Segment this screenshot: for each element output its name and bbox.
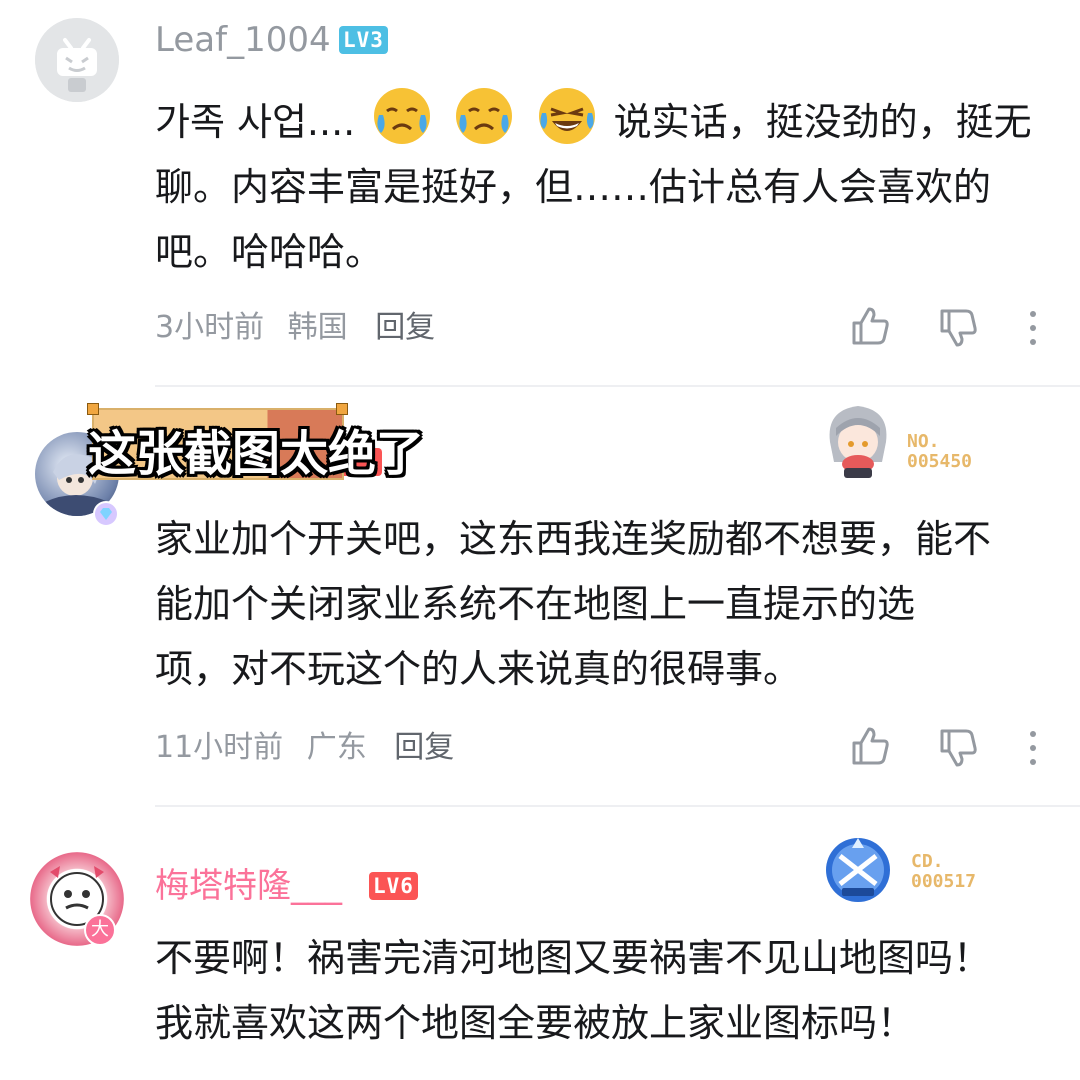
reply-button[interactable]: 回复 — [375, 310, 435, 345]
more-vertical-icon[interactable] — [1012, 307, 1054, 349]
user-avatar-default[interactable] — [35, 18, 119, 102]
timestamp: 3小时前 — [155, 310, 265, 345]
ip-location: 广东 — [306, 730, 367, 765]
thumbs-down-icon[interactable] — [938, 727, 980, 769]
content-line: 聊。内容丰富是挺好，但……估计总有人会喜欢的 — [155, 165, 992, 209]
content-text: 가족 사업.... — [155, 100, 356, 144]
vip-badge-icon — [93, 501, 119, 527]
content-line: 家业加个开关吧，这东西我连奖励都不想要，能不 — [155, 517, 992, 561]
more-vertical-icon[interactable] — [1012, 727, 1054, 769]
content-line: 不要啊！祸害完清河地图又要祸害不见山地图吗！ — [155, 936, 992, 980]
content-line: 能加个关闭家业系统不在地图上一直提示的选 — [155, 582, 916, 626]
thumbs-up-icon[interactable] — [850, 725, 892, 767]
fan-badge-avatar — [822, 402, 894, 480]
level-badge: LV3 — [339, 26, 388, 54]
comment-meta: 11小时前 广东 回复 — [155, 730, 468, 766]
comment-meta: 3小时前 韩国 回复 — [155, 310, 449, 346]
fan-number: 000517 — [911, 871, 977, 892]
fan-number-label: CD. — [911, 851, 944, 872]
bilibili-default-avatar-icon — [35, 18, 119, 102]
thumbs-down-icon[interactable] — [938, 307, 980, 349]
ip-location: 韩国 — [287, 310, 348, 345]
comment-divider — [155, 385, 1080, 387]
thumbs-up-icon[interactable] — [850, 305, 892, 347]
fan-badge-crest-icon — [826, 838, 890, 902]
content-line: 吧。哈哈哈。 — [155, 230, 384, 274]
crying-emoji-icon — [456, 88, 513, 144]
username[interactable]: Leaf_1004 — [155, 20, 331, 60]
crying-emoji-icon — [374, 88, 431, 144]
content-line: 가족 사업.... 说实话，挺没劲的，挺无 — [155, 85, 1055, 155]
crying-laughing-emoji-icon — [538, 88, 595, 144]
fan-badge-avatar — [822, 834, 894, 906]
comment-content: 家业加个开关吧，这东西我连奖励都不想要，能不 能加个关闭家业系统不在地图上一直提… — [155, 507, 1055, 702]
content-text: 说实话，挺没劲的，挺无 — [613, 100, 1032, 144]
caption-text[interactable]: 这张截图太绝了 — [88, 414, 424, 484]
fan-number: 005450 — [907, 451, 973, 472]
reply-button[interactable]: 回复 — [394, 730, 454, 765]
fan-number-label: NO. — [907, 431, 940, 452]
comment-divider — [155, 805, 1080, 807]
content-line: 项，对不玩这个的人来说真的很碍事。 — [155, 647, 802, 691]
timestamp: 11小时前 — [155, 730, 284, 765]
username[interactable]: 梅塔特隆___ — [155, 866, 342, 906]
level-badge: LV6 — [369, 872, 418, 900]
comment-content: 가족 사업.... 说实话，挺没劲的，挺无 聊。内容丰富是挺好，但……估计总有人… — [155, 85, 1055, 285]
avatar-badge: 大 — [84, 914, 116, 946]
content-line: 我就喜欢这两个地图全要被放上家业图标吗！ — [155, 1001, 916, 1045]
comment-content: 不要啊！祸害完清河地图又要祸害不见山地图吗！ 我就喜欢这两个地图全要被放上家业图… — [155, 926, 1055, 1056]
fan-badge-character-icon — [829, 406, 887, 478]
